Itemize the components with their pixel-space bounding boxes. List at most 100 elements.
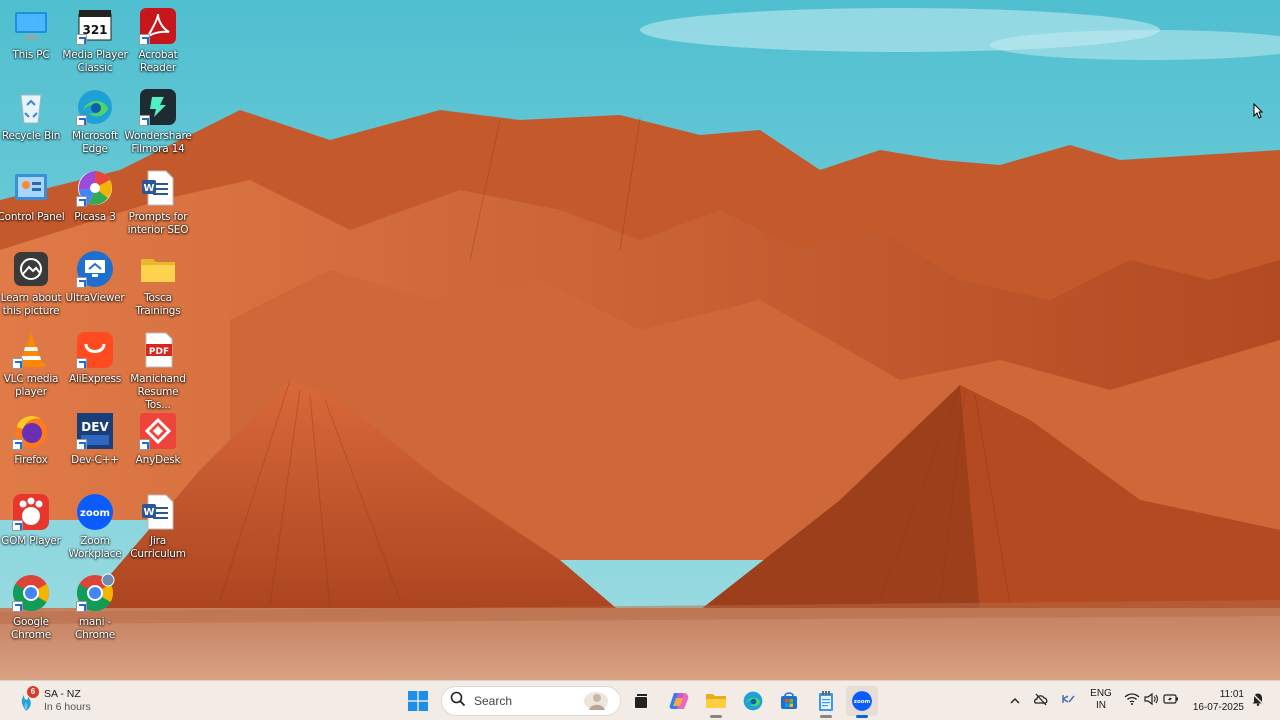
desktop-wallpaper	[0, 0, 1280, 680]
desktop-icon-acrobat-reader[interactable]: Acrobat Reader	[126, 4, 190, 82]
desktop-icon-filmora[interactable]: Wondershare Filmora 14	[124, 85, 192, 163]
speaker-icon	[1143, 692, 1159, 711]
gom-player-icon	[11, 492, 51, 532]
weather-widget[interactable]: 6 SA - NZ In 6 hours	[14, 685, 91, 717]
taskbar: 6 SA - NZ In 6 hours Search zoom ENG IN …	[0, 680, 1280, 720]
desktop-icon-zoom[interactable]: zoom Zoom Workplace	[63, 490, 127, 568]
zoom-icon: zoom	[851, 690, 873, 712]
mouse-cursor-icon	[1253, 102, 1264, 119]
input-language-indicator[interactable]: ENG IN	[1088, 688, 1114, 712]
language-code: ENG	[1090, 688, 1112, 699]
desktop-icon-picasa[interactable]: Picasa 3	[63, 166, 127, 244]
desktop-icon-tosca-trainings[interactable]: Tosca Trainings	[126, 247, 190, 325]
desktop-icon-recycle-bin[interactable]: Recycle Bin	[0, 85, 63, 163]
notepad-button[interactable]	[812, 687, 840, 718]
copilot-button[interactable]	[665, 687, 693, 715]
desktop-icon-jira-curriculum[interactable]: W Jira Curriculum	[126, 490, 190, 568]
desktop-icon-gom-player[interactable]: GOM Player	[0, 490, 63, 568]
notifications-button[interactable]	[1250, 692, 1266, 711]
taskbar-clock[interactable]: 11:01 16-07-2025	[1188, 688, 1244, 714]
desktop-icon-control-panel[interactable]: Control Panel	[0, 166, 65, 244]
vlc-icon	[11, 330, 51, 370]
svg-text:PDF: PDF	[149, 347, 169, 357]
task-view-icon	[632, 692, 650, 710]
task-view-button[interactable]	[627, 687, 655, 715]
desktop-icon-media-player-classic[interactable]: 321 Media Player Classic	[62, 4, 128, 82]
chevron-up-icon	[1010, 692, 1020, 710]
svg-text:W: W	[143, 507, 154, 518]
battery-tray-button[interactable]	[1163, 693, 1179, 709]
desktop-icon-microsoft-edge[interactable]: Microsoft Edge	[63, 85, 127, 163]
weather-subtitle: In 6 hours	[44, 701, 91, 713]
word-document-icon: W	[138, 492, 178, 532]
clock-time: 11:01	[1219, 689, 1244, 700]
recycle-bin-icon	[11, 87, 51, 127]
chrome-icon	[11, 573, 51, 613]
weather-badge: 6	[27, 686, 39, 698]
region-code: IN	[1096, 700, 1106, 711]
volume-tray-button[interactable]	[1143, 692, 1159, 711]
learn-picture-icon	[11, 249, 51, 289]
search-highlight-icon	[582, 690, 610, 717]
microsoft-store-icon	[779, 691, 799, 711]
desktop-icon-firefox[interactable]: Firefox	[0, 409, 63, 487]
zoom-icon: zoom	[75, 492, 115, 532]
zoom-taskbar-button[interactable]: zoom	[846, 686, 878, 718]
devcpp-icon: DEV	[75, 411, 115, 451]
desktop-icon-learn-about-picture[interactable]: Learn about this picture	[0, 247, 63, 325]
firefox-icon	[11, 411, 51, 451]
desktop-icon-anydesk[interactable]: AnyDesk	[126, 409, 190, 487]
desktop-icon-aliexpress[interactable]: AliExpress	[63, 328, 127, 406]
start-button[interactable]	[404, 687, 432, 715]
battery-charging-icon	[1163, 692, 1179, 711]
picasa-icon	[75, 168, 115, 208]
wifi-tray-button[interactable]	[1124, 692, 1140, 711]
edge-icon	[75, 87, 115, 127]
ultraviewer-icon	[75, 249, 115, 289]
desktop-icon-google-chrome[interactable]: Google Chrome	[0, 571, 63, 649]
onedrive-tray-button[interactable]	[1033, 693, 1049, 709]
file-explorer-icon	[705, 691, 727, 711]
microsoft-store-button[interactable]	[775, 687, 803, 715]
desktop-icon-ultraviewer[interactable]: UltraViewer	[63, 247, 127, 325]
windows-logo-icon	[408, 691, 428, 711]
taskbar-search-box[interactable]: Search	[441, 686, 621, 716]
network-activity-tray-button[interactable]	[1060, 693, 1076, 709]
edge-icon	[742, 690, 764, 712]
svg-text:zoom: zoom	[80, 508, 110, 519]
control-panel-icon	[11, 168, 51, 208]
desktop-icon-manichand-resume[interactable]: PDF Manichand Resume Tos...	[126, 328, 190, 411]
aliexpress-icon	[75, 330, 115, 370]
chrome-profile-icon	[75, 573, 115, 613]
notepad-icon	[817, 690, 835, 712]
show-hidden-icons-button[interactable]	[1007, 693, 1023, 709]
wifi-icon	[1124, 692, 1140, 711]
edge-taskbar-button[interactable]	[739, 687, 767, 715]
desktop-icon-mani-chrome[interactable]: mani - Chrome	[63, 571, 127, 649]
desktop-icon-vlc[interactable]: VLC media player	[0, 328, 63, 406]
desktop-icon-prompts-interior-seo[interactable]: W Prompts for interior SEO	[126, 166, 190, 244]
weather-location: SA - NZ	[44, 688, 81, 700]
desktop-icon-devcpp[interactable]: DEV Dev-C++	[63, 409, 127, 487]
svg-text:DEV: DEV	[81, 420, 109, 434]
search-placeholder: Search	[474, 694, 513, 708]
acrobat-reader-icon	[138, 6, 178, 46]
weather-icon: 6	[14, 686, 39, 713]
pdf-document-icon: PDF	[138, 330, 178, 370]
search-icon	[450, 691, 466, 712]
file-explorer-button[interactable]	[702, 687, 730, 718]
running-indicator	[710, 715, 722, 718]
running-indicator	[820, 715, 832, 718]
desktop-icon-this-pc[interactable]: This PC	[0, 4, 63, 82]
clock-date: 16-07-2025	[1192, 702, 1244, 713]
folder-icon	[138, 249, 178, 289]
anydesk-icon	[138, 411, 178, 451]
filmora-icon	[138, 87, 178, 127]
bell-icon	[1251, 692, 1265, 711]
copilot-icon	[668, 690, 690, 712]
cloud-offline-icon	[1033, 692, 1049, 711]
svg-text:W: W	[143, 183, 154, 194]
active-indicator	[856, 715, 868, 718]
bluetooth-network-icon	[1060, 692, 1076, 711]
media-player-classic-icon: 321	[75, 6, 115, 46]
